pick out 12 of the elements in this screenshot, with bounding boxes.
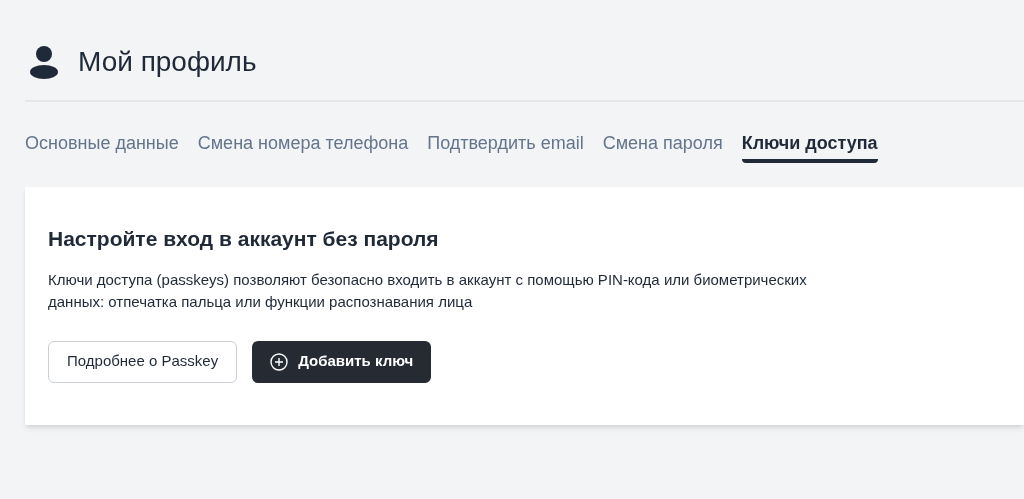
tab[interactable]: Подтвердить email xyxy=(427,128,584,163)
tab[interactable]: Смена номера телефона xyxy=(197,128,409,163)
card-description: Ключи доступа (passkeys) позволяют безопасно входить в аккаунт с помощью PIN-кода или биометрических данных: отпечатка пальца или функции распознавания лица xyxy=(48,269,808,312)
learn-more-button[interactable]: Подробнее о Passkey xyxy=(48,340,238,383)
add-key-button[interactable]: Добавить ключ xyxy=(252,340,432,383)
tab[interactable]: Ключи доступа xyxy=(741,128,878,163)
plus-circle-icon xyxy=(270,352,289,371)
card-heading: Настройте вход в аккаунт без пароля xyxy=(48,226,439,252)
user-icon xyxy=(30,45,58,79)
page-title: Мой профиль xyxy=(78,45,257,79)
tab[interactable]: Смена пароля xyxy=(602,128,723,163)
tab[interactable]: Основные данные xyxy=(25,128,179,163)
